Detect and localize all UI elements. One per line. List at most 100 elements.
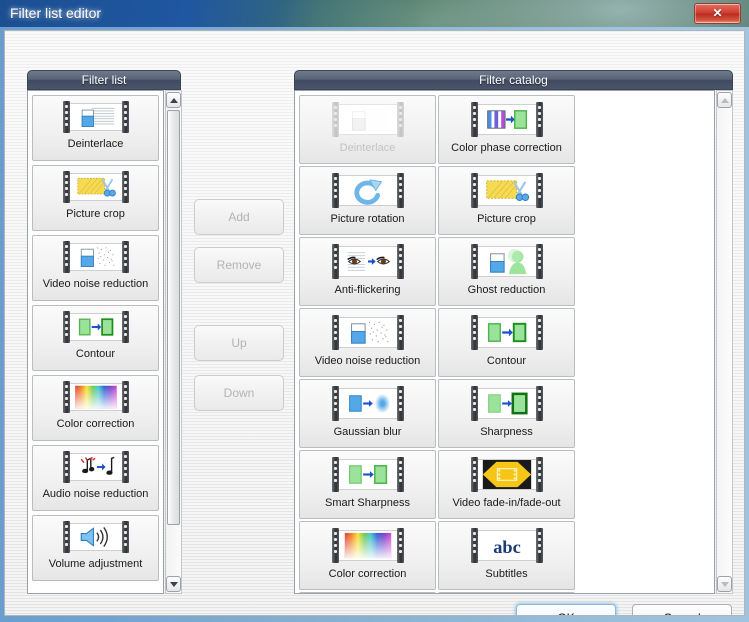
filter-catalog-item-label: Deinterlace: [339, 142, 396, 154]
close-icon: ✕: [712, 6, 723, 20]
deinterlace-icon: [62, 96, 129, 138]
filter-catalog-item[interactable]: Anti-flickering: [299, 237, 436, 306]
scroll-down-button[interactable]: [717, 576, 732, 592]
filter-list-item[interactable]: Volume adjustment: [32, 515, 159, 581]
filter-list-header: Filter list: [27, 70, 181, 90]
filter-list-item[interactable]: Color correction: [32, 375, 159, 441]
film-strip-icon: [470, 172, 543, 208]
filter-catalog-item[interactable]: Color phase correction: [438, 95, 575, 164]
ghost-reduction-icon: [470, 238, 543, 284]
filter-list-item[interactable]: Deinterlace: [32, 95, 159, 161]
filter-catalog-item-label: Gaussian blur: [333, 426, 402, 438]
scroll-up-button[interactable]: [166, 92, 181, 108]
filter-list-item-label: Deinterlace: [67, 138, 124, 150]
film-strip-icon: [470, 314, 543, 350]
filter-list-box[interactable]: Deinterlace Picture crop Video noise red…: [27, 90, 164, 594]
film-strip-icon: [62, 241, 129, 273]
film-strip-icon: [62, 171, 129, 203]
filter-catalog-scrollbar[interactable]: [716, 90, 733, 594]
filter-list-item[interactable]: Contour: [32, 305, 159, 371]
filter-catalog-item: Deinterlace: [299, 95, 436, 164]
video-noise-reduction-icon: [331, 309, 404, 355]
scrollbar-thumb[interactable]: [167, 110, 180, 525]
filter-catalog-item-label: Subtitles: [485, 568, 528, 580]
picture-crop-icon: [62, 166, 129, 208]
filter-catalog-item[interactable]: Picture rotation: [299, 166, 436, 235]
film-strip-icon: [331, 314, 404, 350]
color-correction-icon: [62, 376, 129, 418]
contour-icon: [470, 309, 543, 355]
ok-button[interactable]: OK: [516, 604, 616, 615]
filter-catalog-item[interactable]: abc Subtitles: [438, 521, 575, 590]
move-up-button[interactable]: Up: [194, 325, 284, 361]
filter-list-item-label: Audio noise reduction: [42, 488, 149, 500]
filter-catalog-item-label: Sharpness: [480, 426, 533, 438]
filter-catalog-item[interactable]: Picture crop: [438, 166, 575, 235]
subtitles-icon: abc: [470, 522, 543, 568]
color-phase-correction-icon: [470, 96, 543, 142]
filter-catalog-item[interactable]: Gaussian blur: [299, 379, 436, 448]
filter-list-item[interactable]: Picture crop: [32, 165, 159, 231]
window-title: Filter list editor: [10, 5, 102, 21]
color-correction-icon: [331, 522, 404, 568]
audio-noise-reduction-icon: [332, 593, 404, 594]
film-strip-icon: [331, 527, 404, 563]
filter-catalog-item[interactable]: Ghost reduction: [438, 237, 575, 306]
deinterlace-icon: [331, 96, 404, 142]
filter-catalog-item[interactable]: Video fade-in/fade-out: [438, 450, 575, 519]
filter-list-item-label: Contour: [75, 348, 116, 360]
move-down-button[interactable]: Down: [194, 375, 284, 411]
audio-noise-reduction-icon: [62, 446, 129, 488]
film-strip-icon: [331, 243, 404, 279]
film-strip-icon: [331, 456, 404, 492]
volume-adjustment-icon: [471, 593, 543, 594]
window-titlebar[interactable]: Filter list editor ✕: [0, 0, 749, 29]
filter-catalog-item[interactable]: Contour: [438, 308, 575, 377]
dialog-client-area: Filter list Deinterlace Picture crop Vid…: [4, 30, 745, 616]
smart-sharpness-icon: [331, 451, 404, 497]
filter-catalog-item: Audio noise reduction: [299, 592, 436, 594]
filter-list-item[interactable]: Audio noise reduction: [32, 445, 159, 511]
scroll-down-button[interactable]: [166, 576, 181, 592]
svg-text:abc: abc: [493, 537, 521, 557]
film-strip-icon: [331, 172, 404, 208]
film-strip-icon: [62, 521, 129, 553]
filter-list-scrollbar[interactable]: [165, 90, 182, 594]
filter-catalog-box[interactable]: Deinterlace Color phase correction Pictu…: [294, 90, 715, 594]
sharpness-icon: [470, 380, 543, 426]
film-strip-icon: [470, 101, 543, 137]
filter-list-item-label: Video noise reduction: [42, 278, 149, 290]
scroll-up-button[interactable]: [717, 92, 732, 108]
video-fade-icon: [470, 451, 543, 497]
close-button[interactable]: ✕: [694, 3, 741, 24]
filter-catalog-item-label: Picture crop: [477, 213, 536, 225]
filter-catalog-item[interactable]: Sharpness: [438, 379, 575, 448]
add-button[interactable]: Add: [194, 199, 284, 235]
filter-list-item-label: Picture crop: [66, 208, 125, 220]
filter-list-item[interactable]: Video noise reduction: [32, 235, 159, 301]
film-strip-icon: [62, 311, 129, 343]
chevron-up-icon: [720, 97, 729, 103]
anti-flickering-icon: [331, 238, 404, 284]
filter-catalog-item[interactable]: Color correction: [299, 521, 436, 590]
window-frame: Filter list Deinterlace Picture crop Vid…: [0, 27, 749, 622]
film-strip-icon: [62, 381, 129, 413]
filter-catalog-item[interactable]: Smart Sharpness: [299, 450, 436, 519]
filter-catalog-item-label: Color phase correction: [451, 142, 562, 154]
filter-catalog-item-label: Smart Sharpness: [325, 497, 410, 509]
filter-list-item-label: Color correction: [56, 418, 135, 430]
film-strip-icon: [470, 456, 543, 492]
chevron-up-icon: [169, 97, 178, 103]
volume-adjustment-icon: [62, 516, 129, 558]
filter-catalog-item[interactable]: Video noise reduction: [299, 308, 436, 377]
filter-catalog-item-label: Color correction: [328, 568, 407, 580]
chevron-down-icon: [169, 581, 178, 587]
film-strip-icon: abc: [470, 527, 543, 563]
filter-catalog-grid: Deinterlace Color phase correction Pictu…: [298, 94, 711, 594]
film-strip-icon: [62, 101, 129, 133]
film-strip-icon: [470, 385, 543, 421]
remove-button[interactable]: Remove: [194, 247, 284, 283]
film-strip-icon: [62, 451, 129, 483]
filter-catalog-item-label: Contour: [486, 355, 527, 367]
cancel-button[interactable]: Cancel: [632, 604, 732, 615]
